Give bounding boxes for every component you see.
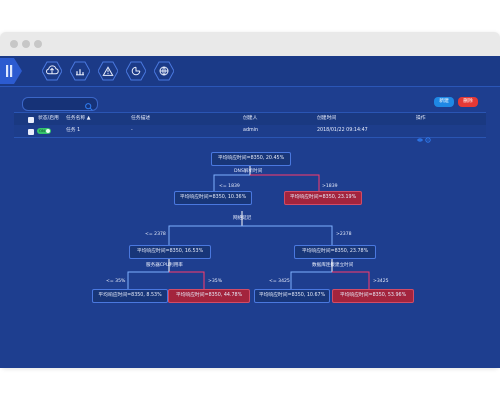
connector-l1-right [242, 225, 333, 245]
connector-l2-left-left [127, 271, 169, 289]
col-status-enabled: 状态/启用 [38, 116, 59, 121]
tree-node-l1-right[interactable]: 平均响应时间=8350, 23.19% [284, 191, 362, 205]
tree-cond-l2-left-left: <= 35% [106, 279, 126, 284]
row-task-desc: - [131, 128, 133, 133]
settings-icon[interactable] [425, 128, 431, 143]
row-checkbox[interactable] [28, 128, 34, 135]
search-handle [89, 107, 93, 111]
tree-cond-root-left: <= 1839 [219, 184, 240, 189]
tree-connectors [127, 166, 370, 289]
col-task-name[interactable]: 任务名称 ▲ [66, 113, 90, 125]
top-navigation [0, 56, 500, 87]
decision-tree: 平均响应时间=8350, 20.45% DNS解析时间 <= 1839 >183… [14, 144, 486, 360]
col-task-desc: 任务描述 [131, 116, 151, 121]
globe-icon-svg [154, 61, 174, 81]
row-creator: admin [243, 128, 259, 133]
tree-node-l3-rr[interactable]: 平均响应时间=8350, 53.96% [332, 289, 414, 303]
connector-l1-left [168, 225, 242, 245]
search-icon[interactable] [84, 97, 94, 111]
col-actions: 操作 [416, 116, 426, 121]
connector-l2-right-left [290, 271, 332, 289]
logo-icon[interactable] [0, 58, 22, 84]
tree-node-l2-right[interactable]: 平均响应时间=8350, 23.78% [294, 245, 376, 259]
logo-bar-1 [6, 65, 9, 77]
tree-node-l1-left[interactable]: 平均响应时间=8350, 10.36% [174, 191, 252, 205]
bar-chart-icon[interactable] [70, 61, 90, 81]
cloud-upload-icon[interactable] [42, 61, 62, 81]
window-dot-icon[interactable] [10, 40, 18, 48]
tree-node-l3-ll[interactable]: 平均响应时间=8350, 8.53% [92, 289, 168, 303]
delete-button[interactable]: 删除 [458, 97, 478, 107]
col-creator: 创建人 [243, 116, 258, 121]
header-checkbox[interactable] [28, 116, 34, 123]
window-dot-icon[interactable] [22, 40, 30, 48]
new-button[interactable]: 新建 [434, 97, 454, 107]
connector-root-right [250, 174, 320, 191]
search-lens [85, 103, 92, 110]
warning-icon-svg [98, 61, 118, 81]
table-header: 状态/启用 任务名称 ▲ 任务描述 创建人 创建时间 操作 [14, 112, 486, 126]
toggle-label: ON [39, 128, 45, 133]
eye-pupil [419, 139, 421, 141]
cloud-upload-icon-svg [42, 61, 62, 81]
logo-bar-2 [10, 65, 13, 77]
toggle-knob [45, 128, 51, 134]
row-task-name: 任务 1 [66, 128, 81, 133]
warning-dot [107, 73, 109, 75]
gear-center [427, 139, 429, 141]
tree-node-root[interactable]: 平均响应时间=8350, 20.45% [211, 152, 291, 166]
pie-chart-icon[interactable] [126, 61, 146, 81]
connector-l2-right-right [332, 271, 370, 289]
settings-icon-svg [425, 137, 431, 143]
window-dot-icon[interactable] [34, 40, 42, 48]
view-icon[interactable] [417, 128, 423, 142]
browser-titlebar [0, 32, 500, 56]
status-toggle[interactable]: ON [37, 128, 51, 134]
tree-cond-l2-right-right: >3425 [373, 279, 389, 284]
view-icon-svg [417, 138, 423, 142]
col-created-at: 创建时间 [317, 116, 337, 121]
tree-feature-root: DNS解析时间 [234, 169, 263, 174]
globe-icon[interactable] [154, 61, 174, 81]
table-row[interactable]: ON 任务 1 - admin 2018/01/22 09:14:47 [14, 125, 486, 143]
connector-l2-left-right [169, 271, 205, 289]
tree-feature-l2-right: 数据库连接建立时间 [312, 263, 354, 268]
pie-chart-icon-svg [126, 61, 146, 81]
main-content: 新建 删除 状态/启用 任务名称 ▲ 任务描述 创建人 创建时间 操作 ON 任… [14, 90, 486, 360]
tree-node-l3-rl[interactable]: 平均响应时间=8350, 10.67% [254, 289, 330, 303]
tree-cond-l1-right: >2378 [336, 232, 352, 237]
warning-icon[interactable] [98, 61, 118, 81]
tree-cond-root-right: >1839 [322, 184, 338, 189]
app-root: 新建 删除 状态/启用 任务名称 ▲ 任务描述 创建人 创建时间 操作 ON 任… [0, 56, 500, 368]
search-icon-svg [85, 103, 93, 111]
tree-feature-l1: 网络延迟 [233, 216, 252, 221]
bar-chart-icon-svg [70, 61, 90, 81]
tree-feature-l2-left: 服务器CPU利用率 [146, 263, 183, 268]
tree-cond-l2-right-left: <= 3425 [269, 279, 290, 284]
tree-cond-l1-left: <= 2378 [145, 232, 166, 237]
tree-cond-l2-left-right: >35% [208, 279, 223, 284]
row-created-at: 2018/01/22 09:14:47 [317, 128, 368, 133]
logo-shape [0, 58, 22, 84]
tree-node-l3-lr[interactable]: 平均响应时间=8350, 44.78% [168, 289, 250, 303]
tree-node-l2-left[interactable]: 平均响应时间=8350, 16.53% [129, 245, 211, 259]
